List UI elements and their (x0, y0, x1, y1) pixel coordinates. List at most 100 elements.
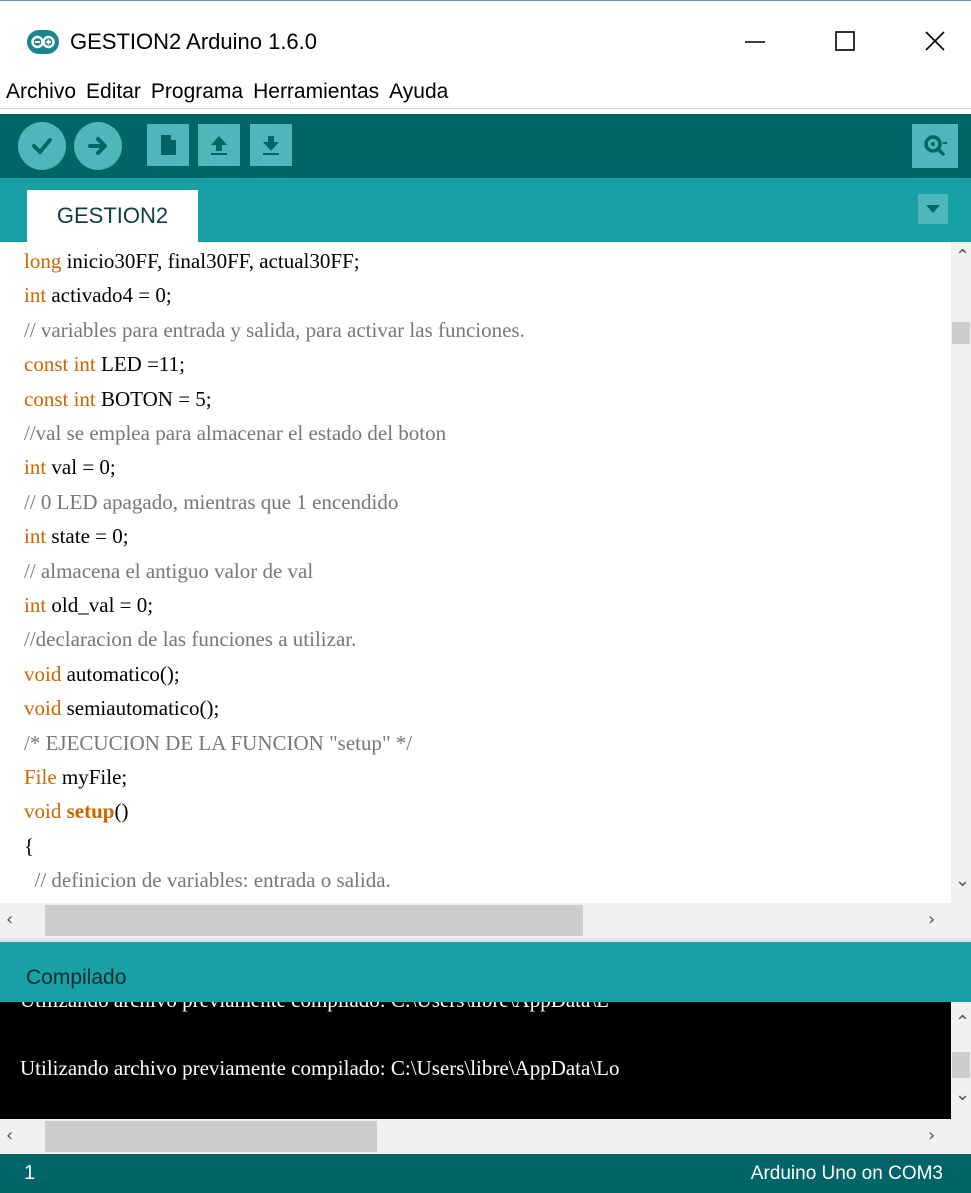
editor-horizontal-scrollbar[interactable]: ‹ › (0, 903, 971, 938)
code-editor[interactable]: long inicio30FF, final30FF, actual30FF; i… (0, 242, 951, 903)
code-token: LED =11; (95, 352, 185, 377)
code-token: // almacena el antiguo valor de val (24, 558, 314, 583)
menu-ayuda[interactable]: Ayuda (389, 80, 448, 104)
toolbar (0, 114, 971, 178)
code-token: { (24, 833, 35, 858)
scroll-left-icon[interactable]: ‹ (6, 909, 13, 930)
arduino-logo-icon (27, 30, 59, 54)
code-token: //val se emplea para almacenar el estado… (24, 421, 447, 445)
code-line: int old_val = 0; (24, 588, 153, 622)
editor-vertical-scrollbar[interactable]: ⌃ ⌄ (951, 242, 971, 903)
code-token: myFile; (56, 765, 128, 789)
console-output[interactable]: Utilizando archivo previamente compilado… (0, 1002, 951, 1119)
code-token: setup (66, 799, 115, 824)
code-token: File (24, 765, 57, 789)
code-token: /* EJECUCION DE LA FUNCION "setup" */ (24, 730, 413, 755)
minimize-button[interactable] (735, 19, 775, 63)
menu-editar[interactable]: Editar (86, 80, 141, 104)
open-sketch-button[interactable] (198, 124, 240, 166)
close-button[interactable] (915, 19, 955, 63)
console-horizontal-scrollbar[interactable]: ‹ › (0, 1119, 971, 1154)
code-token: const (24, 386, 69, 411)
console-vertical-scrollbar[interactable]: ⌃ ⌄ (951, 1002, 971, 1119)
scroll-down-icon[interactable]: ⌄ (955, 1084, 970, 1105)
code-token: long (24, 249, 62, 273)
save-sketch-button[interactable] (250, 124, 292, 166)
upload-icon (88, 137, 107, 155)
verify-button[interactable] (18, 122, 66, 170)
editor-vertical-scroll-thumb[interactable] (952, 322, 970, 344)
console-header: Compilado (0, 938, 971, 1002)
scroll-right-icon[interactable]: › (928, 909, 935, 930)
code-token: automatico(); (61, 661, 180, 686)
code-line: const int LED =11; (24, 347, 185, 381)
editor-horizontal-scroll-thumb[interactable] (45, 905, 583, 936)
new-sketch-button[interactable] (147, 124, 189, 166)
menu-bar: Archivo Editar Programa Herramientas Ayu… (0, 76, 971, 109)
code-token: () (114, 799, 129, 824)
serial-monitor-button[interactable] (912, 124, 958, 168)
code-line: void semiautomatico(); (24, 691, 219, 725)
window-title: GESTION2 Arduino 1.6.0 (70, 29, 318, 54)
code-token: //declaracion de las funciones a utiliza… (24, 627, 357, 652)
menu-herramientas[interactable]: Herramientas (253, 80, 379, 104)
code-token: int (24, 593, 47, 617)
code-line: // 0 LED apagado, mientras que 1 encendi… (24, 485, 398, 519)
code-token: BOTON = 5; (95, 386, 212, 411)
scroll-left-icon[interactable]: ‹ (6, 1125, 13, 1146)
serial-monitor-icon (924, 135, 947, 156)
scroll-up-icon[interactable]: ⌃ (955, 246, 970, 267)
code-line: File myFile; (24, 760, 127, 794)
console-status-text: Compilado (26, 966, 127, 989)
code-token: semiautomatico(); (61, 696, 220, 721)
code-line: { (24, 829, 34, 863)
code-line: // variables para entrada y salida, para… (24, 313, 525, 347)
console-horizontal-scroll-thumb[interactable] (45, 1121, 377, 1152)
code-line: /* EJECUCION DE LA FUNCION "setup" */ (24, 726, 412, 760)
code-line: // definicion de variables: entrada o sa… (24, 863, 391, 897)
code-token: int (24, 455, 47, 480)
new-icon (161, 135, 176, 155)
code-token: old_val = 0; (46, 593, 154, 617)
code-token: void (24, 661, 62, 686)
code-line: void automatico(); (24, 657, 180, 691)
title-bar: GESTION2 Arduino 1.6.0 (0, 0, 971, 76)
scroll-down-icon[interactable]: ⌄ (955, 870, 970, 891)
tab-menu-button[interactable] (918, 194, 948, 224)
code-token: // definicion de variables: entrada o sa… (24, 868, 391, 893)
code-line: //declaracion de las funciones a utiliza… (24, 622, 356, 656)
console-line: Utilizando archivo previamente compilado… (20, 1056, 620, 1080)
code-line: // almacena el antiguo valor de val (24, 554, 313, 588)
menu-archivo[interactable]: Archivo (6, 80, 76, 104)
triangle-down-icon (926, 205, 940, 213)
code-token: activado4 = 0; (46, 283, 172, 308)
code-token: int (73, 386, 96, 411)
maximize-button[interactable] (825, 19, 865, 63)
line-number: 1 (24, 1162, 36, 1184)
code-line: long inicio30FF, final30FF, actual30FF; (24, 244, 360, 278)
tab-gestion2[interactable]: GESTION2 (27, 190, 198, 242)
board-port-label: Arduino Uno on COM3 (750, 1163, 943, 1184)
code-token: // variables para entrada y salida, para… (24, 317, 525, 342)
console-vertical-scroll-thumb[interactable] (952, 1052, 970, 1078)
save-icon (263, 136, 279, 155)
scroll-up-icon[interactable]: ⌃ (955, 1012, 970, 1033)
scroll-right-icon[interactable]: › (928, 1125, 935, 1146)
code-token: const (24, 352, 69, 377)
menu-programa[interactable]: Programa (151, 80, 243, 104)
console-line: Utilizando archivo previamente compilado… (20, 1002, 609, 1013)
code-token: void (24, 696, 62, 721)
open-icon (211, 136, 227, 155)
code-token: state = 0; (46, 524, 129, 549)
code-token: int (24, 524, 47, 549)
tab-bar: GESTION2 (0, 178, 971, 242)
code-line: int activado4 = 0; (24, 278, 172, 312)
code-token: // 0 LED apagado, mientras que 1 encendi… (24, 489, 399, 514)
code-token: int (73, 352, 96, 377)
verify-icon (32, 138, 52, 154)
status-bar: 1 Arduino Uno on COM3 (0, 1154, 971, 1193)
code-line: //val se emplea para almacenar el estado… (24, 416, 446, 450)
upload-button[interactable] (74, 122, 122, 170)
code-line: const int BOTON = 5; (24, 382, 212, 416)
code-token: int (24, 283, 47, 308)
